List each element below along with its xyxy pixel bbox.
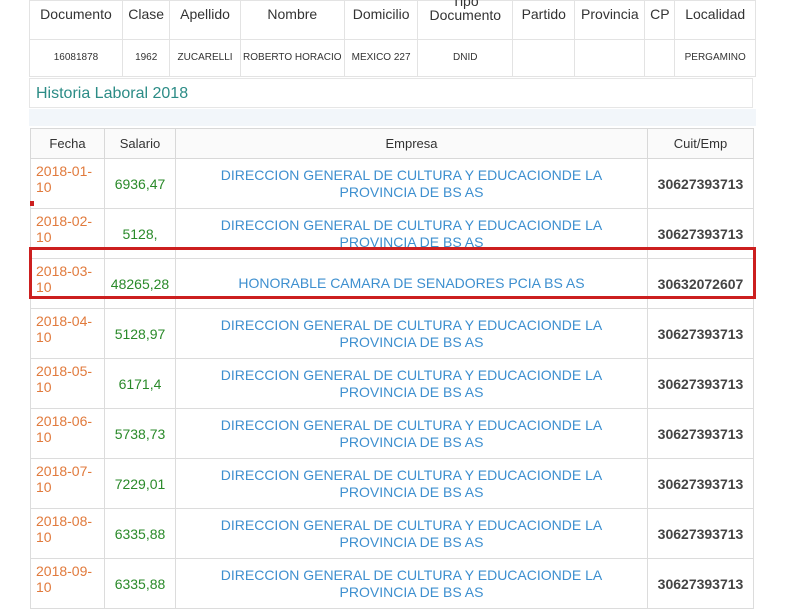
- cell-apellido: ZUCARELLI: [169, 39, 241, 77]
- cell-domicilio: MEXICO 227: [343, 39, 419, 77]
- header-localidad: Localidad: [674, 0, 756, 40]
- red-marker: [30, 201, 34, 206]
- cell-empresa[interactable]: HONORABLE CAMARA DE SENADORES PCIA BS AS: [175, 258, 648, 309]
- header-cuit[interactable]: Cuit/Emp: [647, 128, 754, 159]
- cell-cuit: 30627393713: [647, 408, 754, 459]
- cell-salario: 5128,97: [104, 308, 176, 359]
- cell-salario: 48265,28: [104, 258, 176, 309]
- cell-salario: 6936,47: [104, 158, 176, 209]
- cell-salario: 6335,88: [104, 558, 176, 609]
- cell-fecha: 2018-08-10: [30, 508, 105, 559]
- cell-salario: 6171,4: [104, 358, 176, 409]
- cell-empresa[interactable]: DIRECCION GENERAL DE CULTURA Y EDUCACION…: [175, 508, 648, 559]
- table-row: 2018-01-10 6936,47 DIRECCION GENERAL DE CU…: [30, 158, 754, 209]
- header-empresa[interactable]: Empresa: [175, 128, 648, 159]
- header-cp: CP: [644, 0, 676, 40]
- table-row: 2018-05-10 6171,4 DIRECCION GENERAL DE CUL…: [30, 358, 754, 409]
- header-documento: Documento: [29, 0, 123, 40]
- table-row: 2018-03-10 48265,28 HONORABLE CAMARA DE SE…: [30, 258, 754, 309]
- table-row: 2018-08-10 6335,88 DIRECCION GENERAL DE CU…: [30, 508, 754, 559]
- cell-empresa[interactable]: DIRECCION GENERAL DE CULTURA Y EDUCACION…: [175, 408, 648, 459]
- section-divider-band: [29, 109, 756, 126]
- cell-fecha: 2018-02-10: [30, 208, 105, 259]
- cell-cuit: 30632072607: [647, 258, 754, 309]
- cell-cuit: 30627393713: [647, 158, 754, 209]
- cell-fecha: 2018-01-10: [30, 158, 105, 209]
- cell-salario: 5128,: [104, 208, 176, 259]
- cell-provincia: [574, 39, 646, 77]
- cell-salario: 5738,73: [104, 408, 176, 459]
- cell-cuit: 30627393713: [647, 358, 754, 409]
- cell-empresa[interactable]: DIRECCION GENERAL DE CULTURA Y EDUCACION…: [175, 358, 648, 409]
- section-title: Historia Laboral 2018: [29, 78, 753, 108]
- cell-fecha: 2018-06-10: [30, 408, 105, 459]
- header-tipo-documento: Tipo Documento: [417, 0, 514, 33]
- table-row: 2018-07-10 7229,01 DIRECCION GENERAL DE CU…: [30, 458, 754, 509]
- cell-fecha: 2018-07-10: [30, 458, 105, 509]
- table-row: 2018-06-10 5738,73 DIRECCION GENERAL DE CU…: [30, 408, 754, 459]
- cell-nombre: ROBERTO HORACIO: [239, 39, 345, 77]
- header-partido: Partido: [512, 0, 576, 40]
- cell-cuit: 30627393713: [647, 558, 754, 609]
- cell-fecha: 2018-03-10: [30, 258, 105, 309]
- cell-fecha: 2018-05-10: [30, 358, 105, 409]
- person-table: Documento Clase Apellido Nombre Domicili…: [29, 0, 756, 77]
- table-row: 2018-09-10 6335,88 DIRECCION GENERAL DE CU…: [30, 558, 754, 609]
- person-table-header: Documento Clase Apellido Nombre Domicili…: [29, 0, 756, 40]
- laboral-table: Fecha Salario Empresa Cuit/Emp 2018-01-1…: [30, 128, 754, 609]
- cell-partido: [512, 39, 576, 77]
- header-domicilio: Domicilio: [343, 0, 419, 40]
- person-table-row: 16081878 1962 ZUCARELLI ROBERTO HORACIO …: [29, 39, 756, 77]
- cell-tipo-documento: DNID: [417, 39, 514, 77]
- cell-documento: 16081878: [29, 39, 123, 77]
- cell-empresa[interactable]: DIRECCION GENERAL DE CULTURA Y EDUCACION…: [175, 458, 648, 509]
- cell-cuit: 30627393713: [647, 208, 754, 259]
- cell-salario: 6335,88: [104, 508, 176, 559]
- cell-cuit: 30627393713: [647, 458, 754, 509]
- cell-salario: 7229,01: [104, 458, 176, 509]
- cell-empresa[interactable]: DIRECCION GENERAL DE CULTURA Y EDUCACION…: [175, 158, 648, 209]
- cell-localidad: PERGAMINO: [674, 39, 756, 77]
- cell-empresa[interactable]: DIRECCION GENERAL DE CULTURA Y EDUCACION…: [175, 558, 648, 609]
- header-salario[interactable]: Salario: [104, 128, 176, 159]
- header-provincia: Provincia: [574, 0, 646, 40]
- laboral-table-header: Fecha Salario Empresa Cuit/Emp: [30, 128, 754, 159]
- header-clase: Clase: [121, 0, 171, 40]
- cell-empresa[interactable]: DIRECCION GENERAL DE CULTURA Y EDUCACION…: [175, 308, 648, 359]
- cell-clase: 1962: [121, 39, 171, 77]
- cell-fecha: 2018-09-10: [30, 558, 105, 609]
- cell-empresa[interactable]: DIRECCION GENERAL DE CULTURA Y EDUCACION…: [175, 208, 648, 259]
- cell-cuit: 30627393713: [647, 508, 754, 559]
- header-fecha[interactable]: Fecha: [30, 128, 105, 159]
- table-row: 2018-04-10 5128,97 DIRECCION GENERAL DE CU…: [30, 308, 754, 359]
- header-nombre: Nombre: [239, 0, 345, 40]
- header-apellido: Apellido: [169, 0, 241, 40]
- cell-cp: [644, 39, 676, 77]
- cell-fecha: 2018-04-10: [30, 308, 105, 359]
- cell-cuit: 30627393713: [647, 308, 754, 359]
- table-row: 2018-02-10 5128, DIRECCION GENERAL DE CULT…: [30, 208, 754, 259]
